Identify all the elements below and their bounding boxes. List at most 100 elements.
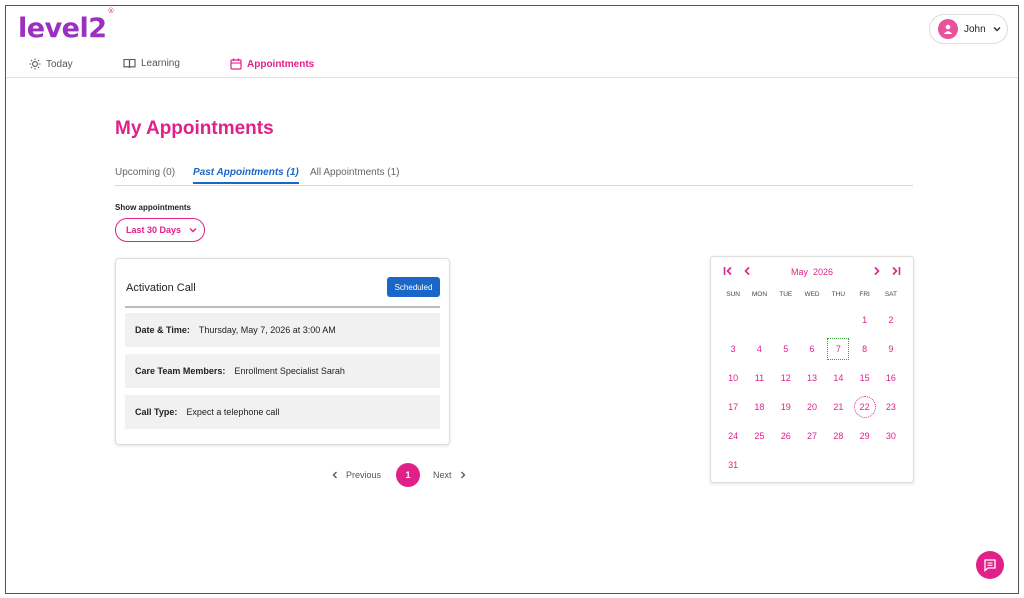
calendar-day[interactable]: 19 — [773, 392, 799, 421]
calendar-empty-cell — [746, 305, 772, 334]
calendar-empty-cell — [773, 305, 799, 334]
previous-page-button[interactable]: Previous — [332, 470, 381, 480]
user-name: John — [964, 23, 986, 35]
calendar-day[interactable]: 3 — [720, 334, 746, 363]
calendar-day[interactable]: 21 — [825, 392, 851, 421]
appointment-title: Activation Call — [126, 282, 196, 294]
page-title: My Appointments — [115, 118, 274, 139]
calendar-day[interactable]: 9 — [878, 334, 904, 363]
field-value: Enrollment Specialist Sarah — [234, 366, 345, 376]
calendar-month-label: May 2026 — [711, 267, 913, 277]
top-nav: Today Learning Appointments — [6, 56, 1018, 78]
calendar-day[interactable]: 18 — [746, 392, 772, 421]
mini-calendar: May 2026 SUN MON TUE WED THU FRI SAT 1 2 3 4 5 6 7 8 9 1… — [710, 256, 914, 483]
calendar-header: May 2026 — [711, 266, 913, 280]
calendar-day[interactable]: 13 — [799, 363, 825, 392]
calendar-day[interactable]: 22 — [851, 392, 877, 421]
calendar-day[interactable]: 31 — [720, 450, 746, 479]
calendar-day[interactable]: 27 — [799, 421, 825, 450]
calendar-day[interactable]: 26 — [773, 421, 799, 450]
page-number-button[interactable]: 1 — [396, 463, 421, 487]
weekday-header: SUN — [726, 291, 741, 298]
field-value: Thursday, May 7, 2026 at 3:00 AM — [198, 325, 336, 335]
chat-button[interactable] — [976, 551, 1004, 579]
weekday-header: THU — [831, 291, 846, 298]
calendar-day[interactable]: 12 — [773, 363, 799, 392]
date-range-dropdown[interactable]: Last 30 Days — [115, 218, 205, 242]
field-value: Expect a telephone call — [186, 407, 280, 417]
user-menu-button[interactable]: John — [929, 14, 1008, 44]
calendar-day[interactable]: 24 — [720, 421, 746, 450]
appointment-datetime-row: Date & Time: Thursday, May 7, 2026 at 3:… — [125, 313, 440, 347]
calendar-empty-cell — [720, 305, 746, 334]
weekday-header: WED — [804, 291, 820, 298]
chevron-right-icon — [460, 471, 465, 479]
weekday-header: SAT — [884, 291, 898, 298]
calendar-day[interactable]: 17 — [720, 392, 746, 421]
next-label: Next — [433, 470, 452, 480]
tab-past-appointments[interactable]: Past Appointments (1) — [193, 167, 299, 184]
field-key: Call Type: — [135, 407, 178, 417]
field-key: Date & Time: — [135, 325, 190, 335]
calendar-day[interactable]: 7 — [825, 334, 851, 363]
calendar-day[interactable]: 4 — [746, 334, 772, 363]
calendar-day[interactable]: 8 — [851, 334, 877, 363]
chevron-down-icon — [993, 26, 1001, 32]
field-key: Care Team Members: — [135, 366, 226, 376]
brand-logo[interactable]: level2® — [18, 7, 114, 44]
filter-label: Show appointments — [115, 203, 191, 212]
pagination: Previous 1 Next — [332, 463, 466, 487]
calendar-day[interactable]: 10 — [720, 363, 746, 392]
calendar-empty-cell — [799, 305, 825, 334]
calendar-day[interactable]: 14 — [825, 363, 851, 392]
nav-label-learning: Learning — [141, 58, 180, 69]
calendar-icon — [230, 58, 242, 70]
weekday-header: TUE — [779, 291, 793, 298]
avatar — [938, 19, 958, 39]
date-range-value: Last 30 Days — [126, 225, 182, 235]
tab-all-appointments[interactable]: All Appointments (1) — [310, 167, 400, 178]
status-badge: Scheduled — [387, 277, 440, 297]
next-page-button[interactable]: Next — [433, 470, 466, 480]
calendar-day[interactable]: 6 — [799, 334, 825, 363]
card-divider — [125, 306, 440, 308]
nav-label-today: Today — [46, 58, 73, 70]
calendar-day[interactable]: 16 — [878, 363, 904, 392]
calendar-day[interactable]: 2 — [878, 305, 904, 334]
calendar-day[interactable]: 23 — [878, 392, 904, 421]
calendar-day[interactable]: 11 — [746, 363, 772, 392]
chevron-left-icon — [332, 471, 337, 479]
weekday-header: FRI — [859, 291, 870, 298]
calendar-day[interactable]: 20 — [799, 392, 825, 421]
chevron-down-icon — [189, 228, 197, 233]
next-month-icon[interactable] — [873, 266, 881, 276]
calendar-day[interactable]: 15 — [851, 363, 877, 392]
nav-label-appointments: Appointments — [247, 58, 315, 70]
calendar-year: 2026 — [813, 267, 834, 277]
calendar-day[interactable]: 28 — [825, 421, 851, 450]
tab-upcoming[interactable]: Upcoming (0) — [115, 167, 175, 178]
appointment-call-type-row: Call Type: Expect a telephone call — [125, 395, 440, 429]
last-month-icon[interactable] — [891, 266, 901, 276]
brand-name: level2 — [18, 13, 107, 44]
nav-item-learning[interactable]: Learning — [123, 58, 180, 69]
nav-item-appointments[interactable]: Appointments — [230, 58, 314, 70]
calendar-day[interactable]: 25 — [746, 421, 772, 450]
book-icon — [123, 58, 136, 69]
calendar-day[interactable]: 30 — [878, 421, 904, 450]
sun-icon — [29, 58, 41, 70]
brand-mark: ® — [107, 7, 115, 15]
calendar-month: May — [790, 267, 808, 277]
appointment-card[interactable]: Activation Call Scheduled Date & Time: T… — [115, 258, 450, 445]
calendar-empty-cell — [825, 305, 851, 334]
app-window: level2® John Today Learning Appointments… — [5, 5, 1019, 594]
nav-item-today[interactable]: Today — [29, 58, 73, 70]
calendar-day[interactable]: 5 — [773, 334, 799, 363]
previous-label: Previous — [346, 470, 382, 480]
calendar-day[interactable]: 1 — [851, 305, 877, 334]
appointment-care-team-row: Care Team Members: Enrollment Specialist… — [125, 354, 440, 388]
user-icon — [943, 24, 953, 34]
calendar-day[interactable]: 29 — [851, 421, 877, 450]
appointment-tabs: Upcoming (0) Past Appointments (1) All A… — [115, 165, 913, 186]
calendar-grid: SUN MON TUE WED THU FRI SAT 1 2 3 4 5 6 7 8 9 10 11 12 13 14… — [720, 291, 906, 479]
